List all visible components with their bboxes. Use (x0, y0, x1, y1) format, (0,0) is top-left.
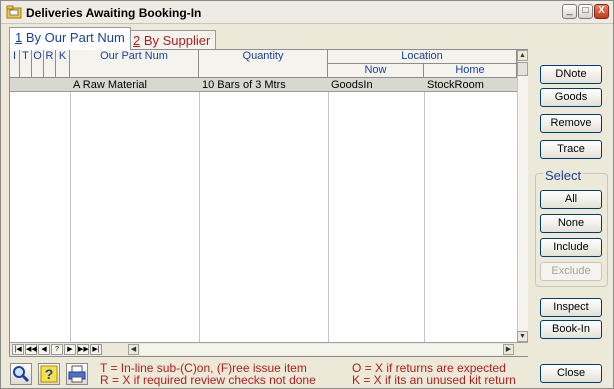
header-our-part-num[interactable]: Our Part Num (70, 50, 199, 78)
search-button[interactable] (10, 363, 32, 385)
goods-button[interactable]: Goods (540, 88, 602, 107)
cell-part-num: A Raw Material (73, 79, 147, 91)
tab-label: By Our Part Num (22, 30, 125, 45)
header-location-now[interactable]: Now (328, 64, 424, 78)
main-window: Deliveries Awaiting Booking-In _ □ X 1 B… (0, 0, 614, 389)
close-button[interactable]: Close (540, 364, 602, 383)
header-label: Our Part Num (100, 50, 168, 62)
header-flag-i[interactable]: I (10, 50, 20, 78)
legend-k: K = X if its an unused kit return (352, 373, 516, 387)
header-label: K (58, 50, 67, 62)
column-divider (424, 78, 425, 342)
minimize-button[interactable]: _ (562, 4, 577, 19)
nav-last-icon[interactable]: ▶| (90, 344, 102, 355)
book-in-button[interactable]: Book-In (540, 320, 602, 339)
scroll-left-icon[interactable]: ◀ (128, 344, 139, 355)
header-flag-k[interactable]: K (56, 50, 70, 78)
table-row[interactable]: A Raw Material 10 Bars of 3 Mtrs GoodsIn… (10, 78, 517, 92)
title-bar: Deliveries Awaiting Booking-In _ □ X (1, 1, 613, 24)
select-group-label: Select (543, 168, 584, 183)
tab-label: By Supplier (140, 33, 211, 48)
dnote-button[interactable]: DNote (540, 65, 602, 84)
window-title: Deliveries Awaiting Booking-In (26, 6, 202, 20)
header-label: Home (455, 64, 485, 76)
folder-icon (6, 5, 22, 19)
exclude-button[interactable]: Exclude (540, 262, 602, 281)
select-all-button[interactable]: All (540, 190, 602, 209)
cell-quantity: 10 Bars of 3 Mtrs (202, 79, 286, 91)
close-window-button[interactable]: X (594, 4, 609, 19)
header-flag-o[interactable]: O (32, 50, 44, 78)
tab-by-supplier[interactable]: 2 By Supplier (127, 30, 217, 51)
header-quantity[interactable]: Quantity (199, 50, 328, 78)
header-location-home[interactable]: Home (424, 64, 517, 78)
scroll-down-icon[interactable]: ▼ (517, 331, 528, 342)
cell-location-now: GoodsIn (331, 79, 373, 91)
header-location: Location (328, 50, 517, 64)
nav-prev-page-icon[interactable]: ◀◀ (25, 344, 37, 355)
column-divider (70, 78, 71, 342)
print-icon (68, 365, 86, 383)
header-label: R (45, 50, 54, 62)
nav-help-icon[interactable]: ? (51, 344, 63, 355)
header-label: I (12, 50, 17, 62)
header-label: T (22, 50, 29, 62)
header-label: O (33, 50, 42, 62)
cell-location-home: StockRoom (427, 79, 484, 91)
nav-next-icon[interactable]: ▶ (64, 344, 76, 355)
header-label: Quantity (242, 50, 284, 62)
scroll-right-icon[interactable]: ▶ (503, 344, 514, 355)
column-divider (199, 78, 200, 342)
scroll-up-icon[interactable]: ▲ (517, 50, 528, 61)
horizontal-scroll-track[interactable] (140, 344, 503, 355)
select-none-button[interactable]: None (540, 214, 602, 233)
legend-r: R = X if required review checks not done (100, 373, 316, 387)
header-label: Now (364, 64, 387, 76)
grid-footer: |◀ ◀◀ ◀ ? ▶ ▶▶ ▶| ◀ ▶ (10, 342, 528, 356)
deliveries-grid[interactable]: I T O R K Our Part Num Quantity Location… (9, 49, 528, 357)
tab-by-our-part-num[interactable]: 1 By Our Part Num (9, 27, 131, 50)
include-button[interactable]: Include (540, 238, 602, 257)
remove-button[interactable]: Remove (540, 114, 602, 133)
header-label: Location (401, 50, 443, 62)
trace-button[interactable]: Trace (540, 140, 602, 159)
inspect-button[interactable]: Inspect (540, 298, 602, 317)
header-flag-t[interactable]: T (20, 50, 32, 78)
vertical-scrollbar[interactable]: ▲ ▼ (517, 50, 528, 342)
scroll-thumb[interactable] (517, 62, 528, 76)
help-icon: ? (40, 365, 58, 383)
print-button[interactable] (66, 363, 88, 385)
nav-prev-icon[interactable]: ◀ (38, 344, 50, 355)
nav-first-icon[interactable]: |◀ (12, 344, 24, 355)
column-divider (328, 78, 329, 342)
help-button[interactable]: ? (38, 363, 60, 385)
nav-next-page-icon[interactable]: ▶▶ (77, 344, 89, 355)
search-icon (13, 366, 30, 383)
maximize-button[interactable]: □ (578, 4, 593, 19)
svg-text:?: ? (45, 366, 54, 382)
header-flag-r[interactable]: R (44, 50, 56, 78)
